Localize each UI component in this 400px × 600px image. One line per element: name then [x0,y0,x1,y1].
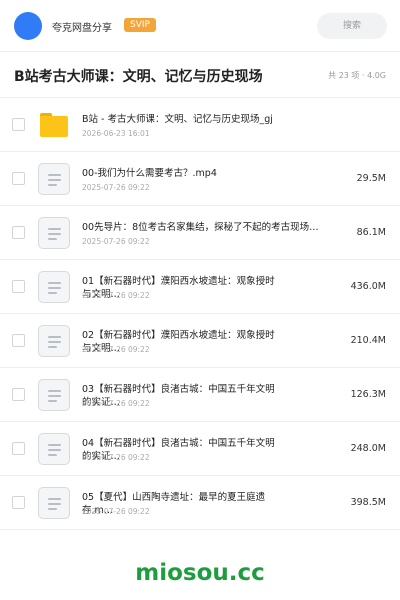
file-row[interactable]: 02【新石器时代】濮阳西水坡遗址：观象授时与文明… 2025-07-26 09:2… [0,314,400,368]
username[interactable]: 夸克网盘分享 [52,19,112,34]
row-checkbox[interactable] [12,496,25,509]
file-row[interactable]: 03【新石器时代】良渚古城：中国五千年文明的实证… 2025-07-26 09:2… [0,368,400,422]
file-date: 2025-07-26 09:22 [82,237,150,246]
row-checkbox[interactable] [12,172,25,185]
document-icon [38,325,70,357]
document-icon [38,217,70,249]
folder-header: B站考古大师课：文明、记忆与历史现场 共 23 项4.0G [0,52,400,98]
item-count: 共 23 项 [328,71,360,80]
row-checkbox[interactable] [12,226,25,239]
document-icon [38,163,70,195]
document-icon [38,379,70,411]
file-date: 2025-07-26 09:22 [82,345,150,354]
file-date: 2025-07-26 09:22 [82,453,150,462]
file-row[interactable]: 01【新石器时代】濮阳西水坡遗址：观象授时与文明… 2025-07-26 09:2… [0,260,400,314]
folder-row[interactable]: B站 - 考古大师课：文明、记忆与历史现场_gj 2026-06-23 16:01 [0,98,400,152]
file-size: 86.1M [356,227,386,238]
row-checkbox[interactable] [12,442,25,455]
file-size: 436.0M [350,281,386,292]
file-row[interactable]: 00-我们为什么需要考古？.mp4 2025-07-26 09:22 29.5M [0,152,400,206]
file-size: 398.5M [350,497,386,508]
file-row[interactable]: 04【新石器时代】良渚古城：中国五千年文明的实证… 2025-07-26 09:2… [0,422,400,476]
svip-badge: SVIP [124,18,156,32]
file-row[interactable]: 00先导片：8位考古名家集结，探秘了不起的考古现场… 2025-07-26 09:… [0,206,400,260]
document-icon [38,487,70,519]
document-icon [38,433,70,465]
file-name[interactable]: 00-我们为什么需要考古？.mp4 [82,167,347,180]
file-row[interactable]: 05【夏代】山西陶寺遗址：最早的夏王庭遗存.m… 2025-07-26 09:22… [0,476,400,530]
top-bar: 夸克网盘分享 SVIP 搜索 [0,0,400,52]
page-title: B站考古大师课：文明、记忆与历史现场 [14,69,263,85]
folder-icon [38,109,70,141]
file-date: 2026-06-23 16:01 [82,129,150,138]
file-date: 2025-07-26 09:22 [82,507,150,516]
folder-meta: 共 23 项4.0G [328,70,386,81]
row-checkbox[interactable] [12,334,25,347]
search-input[interactable]: 搜索 [317,13,387,39]
row-checkbox[interactable] [12,118,25,131]
file-size: 126.3M [350,389,386,400]
total-size: 4.0G [359,71,386,80]
file-date: 2025-07-26 09:22 [82,399,150,408]
file-date: 2025-07-26 09:22 [82,183,150,192]
file-size: 210.4M [350,335,386,346]
file-name[interactable]: 00先导片：8位考古名家集结，探秘了不起的考古现场… [82,221,347,234]
watermark-brand: miosou.cc [135,560,265,586]
file-date: 2025-07-26 09:22 [82,291,150,300]
file-size: 248.0M [350,443,386,454]
file-name[interactable]: B站 - 考古大师课：文明、记忆与历史现场_gj [82,113,347,126]
file-size: 29.5M [356,173,386,184]
row-checkbox[interactable] [12,388,25,401]
avatar[interactable] [14,12,42,40]
row-checkbox[interactable] [12,280,25,293]
document-icon [38,271,70,303]
